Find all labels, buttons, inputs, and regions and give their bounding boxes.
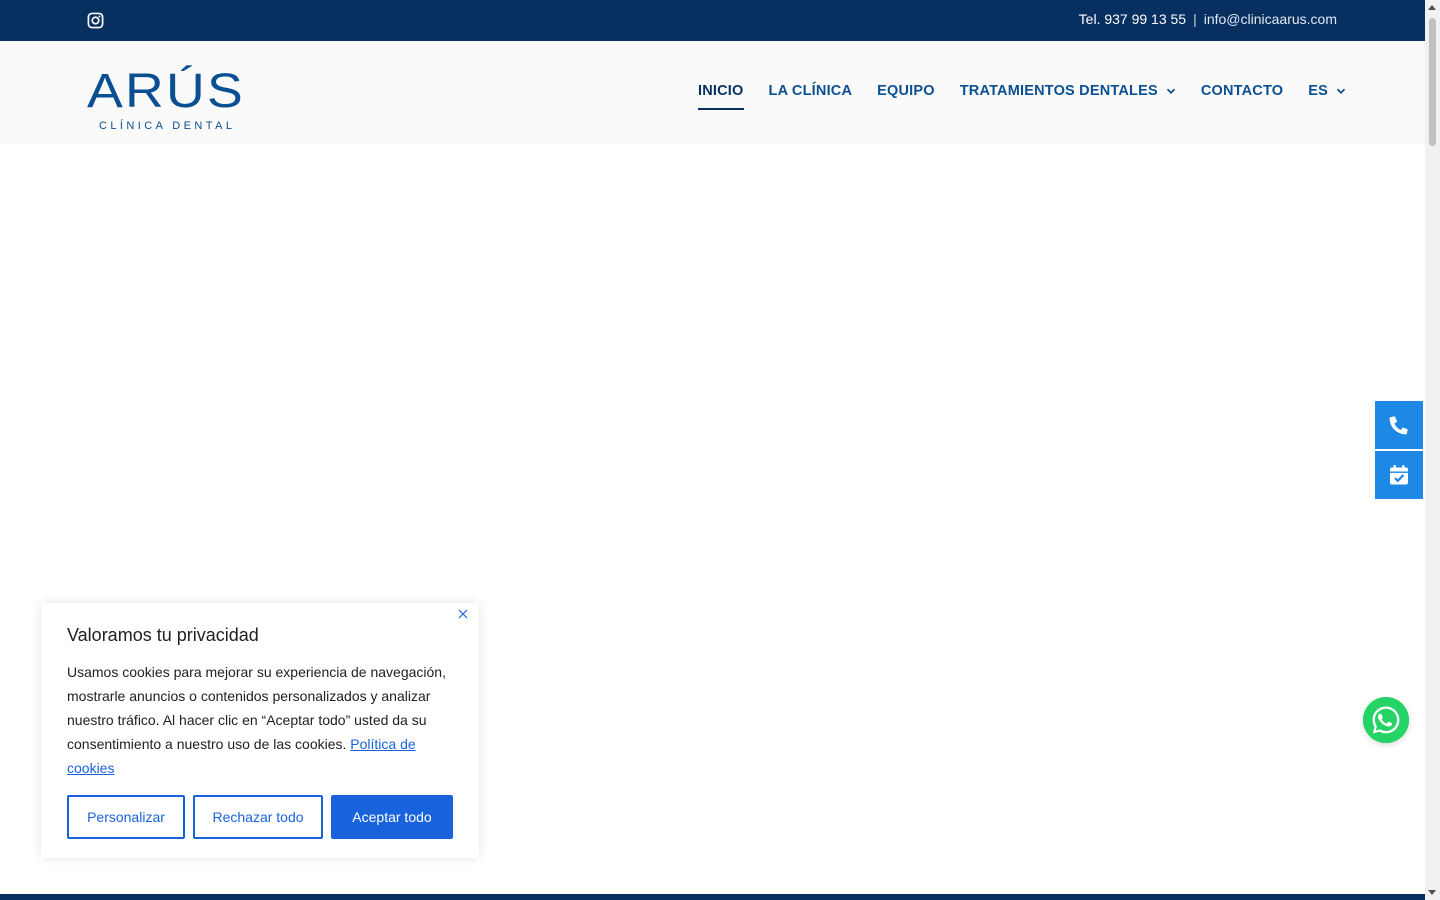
appointment-button[interactable] xyxy=(1375,451,1423,499)
scroll-down-arrow[interactable] xyxy=(1428,890,1436,895)
nav-la-clinica[interactable]: LA CLÍNICA xyxy=(769,83,853,102)
phone-icon xyxy=(1389,416,1408,435)
svg-text:CLÍNICA DENTAL: CLÍNICA DENTAL xyxy=(99,119,235,132)
main-nav: INICIO LA CLÍNICA EQUIPO TRATAMIENTOS DE… xyxy=(698,83,1346,110)
cookie-banner: Valoramos tu privacidad Usamos cookies p… xyxy=(41,603,479,858)
calendar-check-icon xyxy=(1390,465,1408,485)
cookie-title: Valoramos tu privacidad xyxy=(67,625,259,645)
cookie-buttons: Personalizar Rechazar todo Aceptar todo xyxy=(67,795,461,839)
customize-button[interactable]: Personalizar xyxy=(67,795,185,839)
cookie-description: Usamos cookies para mejorar su experienc… xyxy=(67,664,446,776)
phone-link[interactable]: Tel. 937 99 13 55 xyxy=(1079,11,1186,27)
accept-all-button[interactable]: Aceptar todo xyxy=(331,795,453,839)
site-header: ARÚS CLÍNICA DENTAL INICIO LA CLÍNICA EQ… xyxy=(0,41,1425,144)
top-bar: Tel. 937 99 13 55 | info@clinicaarus.com xyxy=(0,0,1425,41)
nav-tratamientos[interactable]: TRATAMIENTOS DENTALES xyxy=(960,83,1176,102)
instagram-icon[interactable] xyxy=(87,12,104,29)
chevron-down-icon xyxy=(1336,88,1346,94)
whatsapp-icon xyxy=(1363,697,1409,743)
nav-language[interactable]: ES xyxy=(1308,83,1346,102)
nav-equipo[interactable]: EQUIPO xyxy=(877,83,935,102)
nav-contacto[interactable]: CONTACTO xyxy=(1201,83,1283,102)
chevron-down-icon xyxy=(1166,88,1175,94)
page-scrollbar[interactable] xyxy=(1425,0,1440,900)
close-icon[interactable] xyxy=(455,606,471,622)
svg-text:ARÚS: ARÚS xyxy=(87,64,245,118)
call-button[interactable] xyxy=(1375,401,1423,449)
whatsapp-button[interactable] xyxy=(1363,697,1409,743)
scroll-up-arrow[interactable] xyxy=(1428,5,1436,10)
topbar-contact: Tel. 937 99 13 55 | info@clinicaarus.com xyxy=(1079,11,1337,27)
reject-all-button[interactable]: Rechazar todo xyxy=(193,795,323,839)
logo[interactable]: ARÚS CLÍNICA DENTAL xyxy=(87,55,249,133)
footer-strip xyxy=(0,894,1425,900)
separator: | xyxy=(1193,11,1197,27)
email-link[interactable]: info@clinicaarus.com xyxy=(1204,11,1337,27)
scroll-thumb[interactable] xyxy=(1429,18,1436,146)
nav-inicio[interactable]: INICIO xyxy=(698,83,744,110)
